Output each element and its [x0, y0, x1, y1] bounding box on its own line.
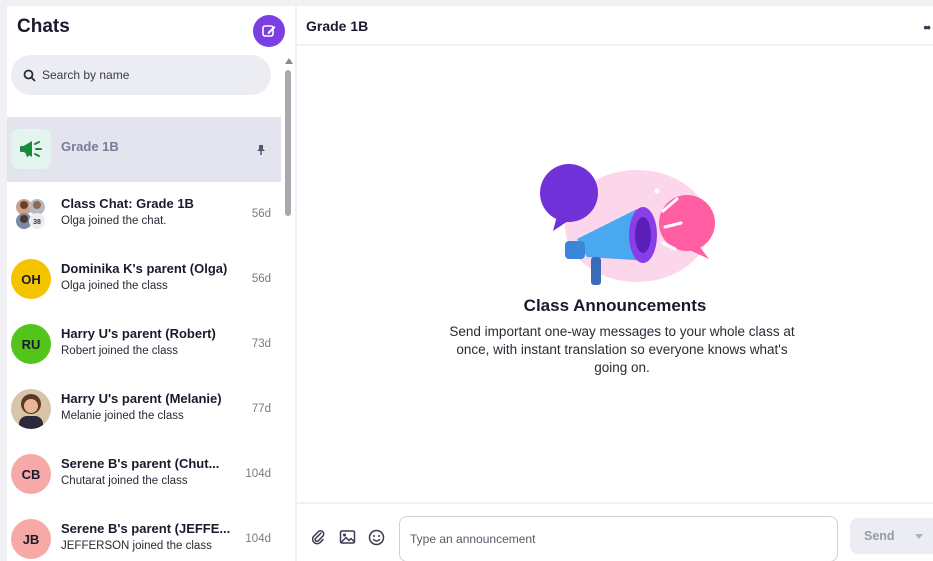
megaphone-icon	[20, 141, 42, 157]
scroll-up-arrow[interactable]	[285, 58, 293, 64]
chat-list: Grade 1B 38 Class Chat: Grade 1B Olga jo…	[7, 117, 281, 561]
emoji-icon[interactable]	[368, 529, 385, 551]
chat-item-grade-1b[interactable]: Grade 1B	[7, 117, 281, 182]
chat-preview: Olga joined the chat.	[61, 215, 167, 227]
chat-time: 77d	[251, 403, 271, 415]
chat-text: Harry U's parent (Melanie) Melanie joine…	[61, 391, 241, 422]
sidebar-scrollbar[interactable]	[283, 58, 293, 561]
search-input[interactable]	[42, 68, 242, 82]
chat-time: 104d	[245, 533, 271, 545]
chat-preview: Robert joined the class	[61, 345, 178, 357]
chat-text: Serene B's parent (JEFFE... JEFFERSON jo…	[61, 521, 241, 552]
chat-preview: Melanie joined the class	[61, 410, 184, 422]
new-chat-button[interactable]	[253, 15, 285, 47]
chat-sidebar: Chats Search by name Grade 1B 38 Class C…	[7, 6, 295, 561]
attachment-icon[interactable]	[310, 529, 326, 550]
announcement-illustration	[537, 161, 727, 296]
chat-text: Dominika K's parent (Olga) Olga joined t…	[61, 261, 241, 292]
pin-icon[interactable]	[255, 143, 267, 161]
empty-state-title: Class Announcements	[523, 296, 707, 315]
megaphone-illustration-icon	[540, 164, 715, 285]
chat-name: Grade 1B	[61, 139, 119, 154]
chat-text: Serene B's parent (Chut... Chutarat join…	[61, 456, 241, 487]
chat-name: Serene B's parent (JEFFE...	[61, 521, 231, 536]
initials-avatar: OH	[11, 259, 51, 299]
member-count-badge: 38	[33, 219, 41, 226]
chat-time: 73d	[251, 338, 271, 350]
image-icon[interactable]	[339, 529, 356, 550]
chat-text: Harry U's parent (Robert) Robert joined …	[61, 326, 241, 357]
chat-time: 56d	[251, 273, 271, 285]
send-button[interactable]: Send	[850, 518, 933, 554]
group-avatar: 38	[11, 194, 51, 234]
initials-avatar: CB	[11, 454, 51, 494]
sidebar-title: Chats	[17, 16, 70, 37]
chat-avatar	[11, 129, 51, 169]
more-options-icon[interactable]: ••	[923, 19, 931, 35]
chat-item-serene-parent-chutarat[interactable]: CB Serene B's parent (Chut... Chutarat j…	[7, 442, 281, 507]
chat-name: Dominika K's parent (Olga)	[61, 261, 228, 276]
chat-title: Grade 1B	[306, 18, 369, 34]
chat-item-harry-parent-robert[interactable]: RU Harry U's parent (Robert) Robert join…	[7, 312, 281, 377]
chat-text: Class Chat: Grade 1B Olga joined the cha…	[61, 196, 241, 227]
chat-item-harry-parent-melanie[interactable]: Harry U's parent (Melanie) Melanie joine…	[7, 377, 281, 442]
chat-name: Harry U's parent (Melanie)	[61, 391, 222, 406]
chat-item-dominika-parent[interactable]: OH Dominika K's parent (Olga) Olga joine…	[7, 247, 281, 312]
profile-photo-avatar	[11, 389, 51, 429]
chat-time: 104d	[245, 468, 271, 480]
empty-state-description: Send important one-way messages to your …	[449, 324, 795, 375]
chat-text: Grade 1B	[61, 131, 241, 154]
chat-item-class-chat[interactable]: 38 Class Chat: Grade 1B Olga joined the …	[7, 182, 281, 247]
send-options-chevron-icon[interactable]	[915, 534, 923, 539]
chat-item-serene-parent-jefferson[interactable]: JB Serene B's parent (JEFFE... JEFFERSON…	[7, 507, 281, 561]
search-box[interactable]	[11, 55, 271, 95]
compose-icon	[262, 25, 276, 37]
scroll-thumb[interactable]	[285, 70, 291, 216]
initials-avatar: JB	[11, 519, 51, 559]
chat-header: Grade 1B ••	[297, 6, 933, 46]
initials-avatar: RU	[11, 324, 51, 364]
announcement-input[interactable]	[399, 516, 838, 561]
chat-name: Class Chat: Grade 1B	[61, 196, 194, 211]
send-label: Send	[864, 529, 895, 543]
announcement-composer: Send	[297, 502, 933, 561]
sidebar-header: Chats	[7, 6, 295, 52]
chat-time: 56d	[251, 208, 271, 220]
chat-main-panel: Grade 1B •• Class Announcements Send imp…	[297, 6, 933, 561]
chat-preview: Chutarat joined the class	[61, 475, 188, 487]
chat-preview: JEFFERSON joined the class	[61, 540, 212, 552]
chat-preview: Olga joined the class	[61, 280, 168, 292]
chat-name: Serene B's parent (Chut...	[61, 456, 220, 471]
chat-name: Harry U's parent (Robert)	[61, 326, 216, 341]
search-icon	[23, 69, 36, 82]
